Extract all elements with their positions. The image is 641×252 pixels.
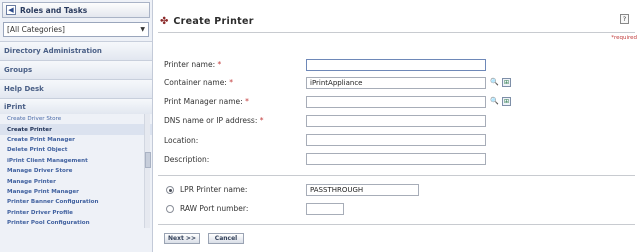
role-group-groups[interactable]: Groups [0, 60, 152, 79]
task-printer-banner-configuration[interactable]: Printer Banner Configuration [0, 197, 152, 207]
required-note: *required [611, 35, 637, 41]
section-divider [158, 175, 635, 176]
search-icon[interactable]: 🔍 [490, 78, 499, 87]
task-iprint-client-management[interactable]: iPrint Client Management [0, 156, 152, 166]
label-text: Location: [164, 136, 199, 145]
role-group-label: Directory Administration [4, 47, 102, 55]
roles-tasks-icon: ◀ [6, 5, 16, 15]
required-marker: * [245, 97, 249, 106]
location-input[interactable] [306, 134, 486, 146]
task-label: Printer Banner Configuration [7, 199, 99, 206]
object-browser-icon[interactable]: ⊞ [502, 78, 511, 87]
task-printer-driver-profile[interactable]: Printer Driver Profile [0, 208, 152, 218]
task-manage-print-manager[interactable]: Manage Print Manager [0, 187, 152, 197]
dns-ip-label: DNS name or IP address: * [164, 116, 264, 125]
task-manage-driver-store[interactable]: Manage Driver Store [0, 166, 152, 176]
printer-name-input[interactable] [306, 59, 486, 71]
object-browser-icon[interactable]: ⊞ [502, 97, 511, 106]
lpr-printer-radio[interactable] [166, 186, 174, 194]
task-create-driver-store[interactable]: Create Driver Store [0, 114, 152, 124]
task-label: Manage Driver Store [7, 168, 73, 175]
task-label: Create Printer [7, 126, 52, 133]
label-text: DNS name or IP address: [164, 116, 258, 125]
title-bar: ✤ Create Printer ? [158, 14, 635, 28]
lpr-printer-name-input[interactable]: PASSTHROUGH [306, 184, 419, 196]
task-label: Manage Printer [7, 178, 56, 185]
container-name-label: Container name: * [164, 78, 233, 87]
task-label: Delete Print Object [7, 147, 68, 154]
search-icon[interactable]: 🔍 [490, 97, 499, 106]
task-label: Manage Print Manager [7, 188, 79, 195]
dns-ip-input[interactable] [306, 115, 486, 127]
label-text: Printer name: [164, 60, 216, 69]
location-label: Location: [164, 136, 198, 145]
role-group-label: iPrint [4, 102, 26, 111]
task-manage-printer[interactable]: Manage Printer [0, 176, 152, 186]
task-label: Printer Driver Profile [7, 209, 73, 216]
required-marker: * [259, 116, 264, 125]
role-group-label: Help Desk [4, 85, 44, 93]
task-label: Printer Pool Configuration [7, 220, 90, 227]
description-input[interactable] [306, 153, 486, 165]
task-create-print-manager[interactable]: Create Print Manager [0, 135, 152, 145]
task-label: iPrint Client Management [7, 157, 88, 164]
print-manager-name-input[interactable] [306, 96, 486, 108]
required-marker: * [229, 78, 233, 87]
label-text: Container name: [164, 78, 227, 87]
description-label: Description: [164, 155, 209, 164]
page-title: Create Printer [173, 15, 254, 27]
iprint-task-list: Create Driver Store Create Printer Creat… [0, 114, 152, 229]
roles-and-tasks-header[interactable]: ◀ Roles and Tasks [2, 2, 150, 18]
task-label: Create Driver Store [7, 116, 62, 123]
print-manager-name-label: Print Manager name: * [164, 97, 249, 106]
role-group-directory-administration[interactable]: Directory Administration [0, 41, 152, 60]
label-text: Description: [164, 155, 210, 164]
scrollbar-thumb[interactable] [145, 152, 151, 168]
role-group-label: Groups [4, 66, 33, 74]
printer-name-label: Printer name: * [164, 60, 221, 69]
role-group-iprint[interactable]: iPrint [0, 98, 152, 114]
required-marker: * [217, 60, 222, 69]
buttons-divider [158, 224, 635, 225]
container-name-input[interactable]: iPrintAppliance [306, 77, 486, 89]
roles-and-tasks-sidebar: ◀ Roles and Tasks [All Categories] ▼ Dir… [0, 0, 153, 252]
help-icon[interactable]: ? [620, 14, 629, 24]
label-text: Print Manager name: [164, 97, 243, 106]
task-printer-pool-configuration[interactable]: Printer Pool Configuration [0, 218, 152, 228]
cancel-button[interactable]: Cancel [208, 233, 244, 244]
next-button[interactable]: Next >> [164, 233, 200, 244]
lpr-printer-name-label: LPR Printer name: [180, 185, 248, 194]
roles-and-tasks-title: Roles and Tasks [20, 5, 88, 15]
task-list-scrollbar[interactable] [144, 114, 151, 229]
title-divider [158, 32, 635, 33]
role-group-help-desk[interactable]: Help Desk [0, 79, 152, 98]
create-printer-panel: ✤ Create Printer ? *required Printer nam… [158, 0, 641, 252]
raw-port-radio[interactable] [166, 205, 174, 213]
category-select-value: [All Categories] [7, 25, 65, 34]
raw-port-number-input[interactable] [306, 203, 344, 215]
task-create-printer[interactable]: Create Printer [0, 124, 152, 135]
task-delete-print-object[interactable]: Delete Print Object [0, 145, 152, 155]
raw-port-number-label: RAW Port number: [180, 204, 249, 213]
category-select[interactable]: [All Categories] ▼ [3, 22, 149, 37]
task-label: Create Print Manager [7, 136, 75, 143]
printer-icon: ✤ [160, 15, 169, 27]
chevron-down-icon: ▼ [140, 26, 145, 33]
